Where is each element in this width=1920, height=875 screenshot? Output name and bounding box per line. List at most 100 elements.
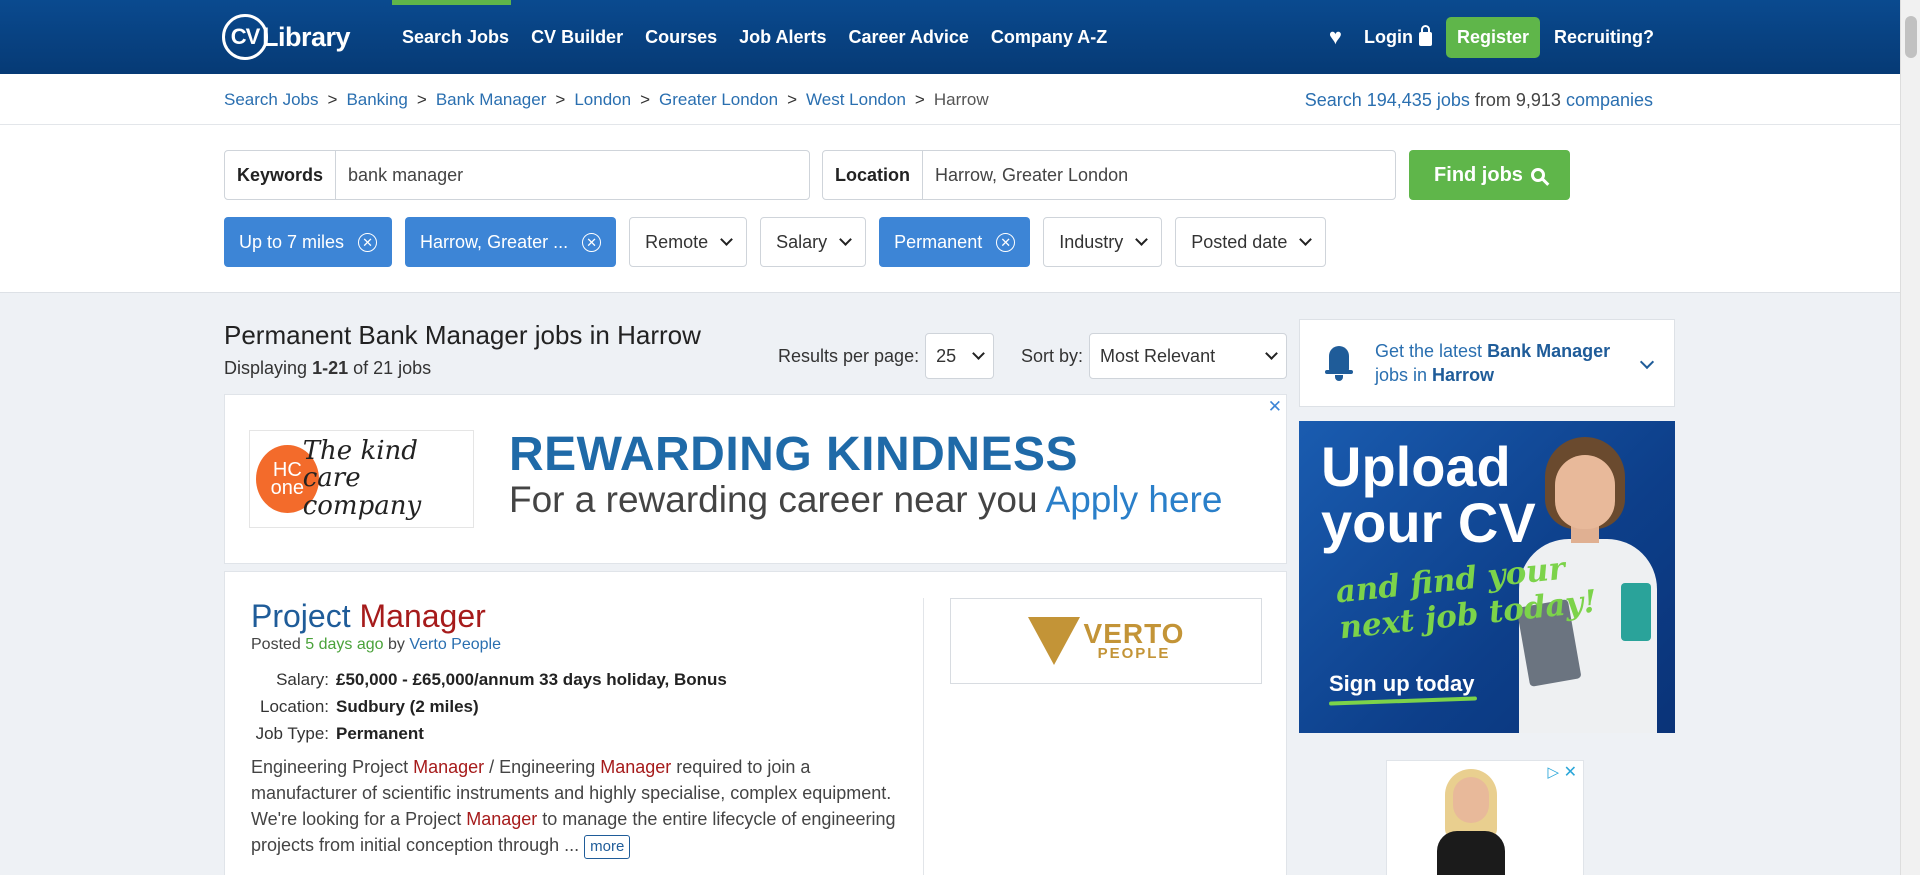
nav-search-jobs[interactable]: Search Jobs [402,27,509,48]
filter-posted-date[interactable]: Posted date [1175,217,1327,267]
ad-title: REWARDING KINDNESS [509,428,1079,481]
logo-library-text: Library [262,21,351,52]
search-panel: Keywords bank manager Location Harrow, G… [0,125,1900,293]
posted-date: 5 days ago [305,636,384,653]
company-link[interactable]: Verto People [409,636,501,653]
per-page-value: 25 [936,345,957,366]
remove-filter-icon[interactable]: ✕ [582,232,602,252]
sign-up-link[interactable]: Sign up today [1329,671,1474,697]
chevron-down-icon [1265,347,1278,360]
companies-link[interactable]: companies [1566,90,1653,110]
more-button[interactable]: more [584,835,631,859]
company-logo[interactable]: VERTO PEOPLE [950,598,1262,684]
breadcrumb-item[interactable]: Greater London [659,90,778,110]
register-button[interactable]: Register [1445,16,1540,58]
hc-one-tagline: The kind care company [302,436,422,521]
heart-icon[interactable]: ♥ [1329,24,1342,50]
breadcrumb-item[interactable]: Search Jobs [224,90,319,110]
chevron-down-icon[interactable] [1639,354,1655,370]
breadcrumb-separator: > [327,90,338,109]
login-link[interactable]: Login [1363,25,1432,48]
nav-career-advice[interactable]: Career Advice [848,27,968,48]
location-input[interactable]: Harrow, Greater London [923,151,1140,199]
breadcrumb-separator: > [914,90,925,109]
filter-remote[interactable]: Remote [629,217,748,267]
chevron-down-icon [1299,233,1313,246]
filter-label: Salary [776,231,828,252]
login-label: Login [1363,26,1413,47]
main-nav: Search Jobs CV Builder Courses Job Alert… [402,0,1107,74]
nav-company-a-z[interactable]: Company A-Z [991,27,1107,48]
filter-label: Harrow, Greater ... [420,231,569,252]
job-posted-info: Posted 5 days ago by Verto People [251,636,501,653]
per-page-select[interactable]: 25 [925,333,995,379]
displaying-suffix: of 21 jobs [353,358,432,378]
keywords-input[interactable]: bank manager [336,151,475,199]
breadcrumb-separator: > [555,90,566,109]
remove-filter-icon[interactable]: ✕ [996,232,1016,252]
location-field[interactable]: Location Harrow, Greater London [822,150,1396,200]
ad-subtitle: For a rewarding career near you Apply her… [509,479,1223,520]
filter-label: Up to 7 miles [239,231,345,252]
chevron-down-icon [1135,233,1149,246]
stats-middle: from [1474,90,1511,110]
upload-cv-advert[interactable]: Upload your CV and find your next job to… [1299,421,1675,733]
small-advert[interactable]: ▷ ✕ [1386,760,1584,875]
total-jobs-link[interactable]: 194,435 jobs [1367,90,1470,110]
displaying-prefix: Displaying [224,358,308,378]
breadcrumb-separator: > [787,90,798,109]
scrollbar-thumb[interactable] [1905,16,1917,58]
search-icon [1530,168,1545,182]
search-prefix: Search [1304,90,1362,110]
filter-chips: Up to 7 miles ✕ Harrow, Greater ... ✕ Re… [224,217,1327,267]
filter-label: Industry [1059,231,1124,252]
sort-value: Most Relevant [1100,345,1216,366]
nav-cv-builder[interactable]: CV Builder [531,27,623,48]
filter-distance[interactable]: Up to 7 miles ✕ [224,217,393,267]
page-scrollbar[interactable] [1900,0,1920,875]
sort-select[interactable]: Most Relevant [1089,333,1288,379]
job-alert-box[interactable]: Get the latest Bank Manager jobs in Harr… [1299,319,1675,407]
keywords-field[interactable]: Keywords bank manager [224,150,810,200]
filter-industry[interactable]: Industry [1043,217,1163,267]
sort-label: Sort by: [1021,345,1084,366]
chevron-down-icon [972,347,985,360]
breadcrumb-item[interactable]: West London [806,90,906,110]
location-value: Sudbury (2 miles) [336,696,479,716]
recruiting-link[interactable]: Recruiting? [1554,27,1654,48]
filter-location[interactable]: Harrow, Greater ... ✕ [405,217,617,267]
nav-job-alerts[interactable]: Job Alerts [739,27,826,48]
chevron-down-icon [720,233,733,246]
close-ad-icon[interactable]: ✕ [1564,762,1577,782]
location-row: Location: Sudbury (2 miles) [260,696,479,716]
breadcrumb-item[interactable]: London [574,90,631,110]
breadcrumb-item[interactable]: Banking [346,90,407,110]
ad-apply-link[interactable]: Apply here [1046,479,1223,520]
filter-job-type[interactable]: Permanent ✕ [879,217,1031,267]
remove-filter-icon[interactable]: ✕ [358,232,378,252]
cv-ad-headline: Upload your CV [1321,435,1536,554]
close-ad-icon[interactable]: ✕ [1268,397,1282,417]
nav-courses[interactable]: Courses [645,27,717,48]
results-per-page: Results per page: 25 [778,333,995,379]
results-count: Displaying 1-21 of 21 jobs [224,358,431,379]
card-divider [923,598,924,875]
companies-count: 9,913 [1515,90,1561,110]
breadcrumb-current: Harrow [933,90,989,109]
verto-wordmark: VERTO PEOPLE [1083,617,1185,663]
advert-banner[interactable]: ✕ HC one The kind care company REWARDING… [224,394,1287,564]
cv-library-logo[interactable]: CV Library [222,12,362,62]
filter-label: Remote [645,231,709,252]
job-type-row: Job Type: Permanent [255,723,424,743]
job-description: Engineering Project Manager / Engineerin… [251,754,901,859]
breadcrumb-item[interactable]: Bank Manager [436,90,547,110]
verto-v-icon [1027,617,1080,665]
salary-row: Salary: £50,000 - £65,000/annum 33 days h… [276,669,727,689]
job-title-link[interactable]: Project Manager [251,598,486,635]
adchoices-icon[interactable]: ▷ [1547,763,1559,781]
find-jobs-button[interactable]: Find jobs [1409,150,1570,200]
chevron-down-icon [839,233,853,246]
top-navigation: CV Library Search Jobs CV Builder Course… [0,0,1900,74]
filter-salary[interactable]: Salary [760,217,867,267]
filter-label: Permanent [894,231,983,252]
